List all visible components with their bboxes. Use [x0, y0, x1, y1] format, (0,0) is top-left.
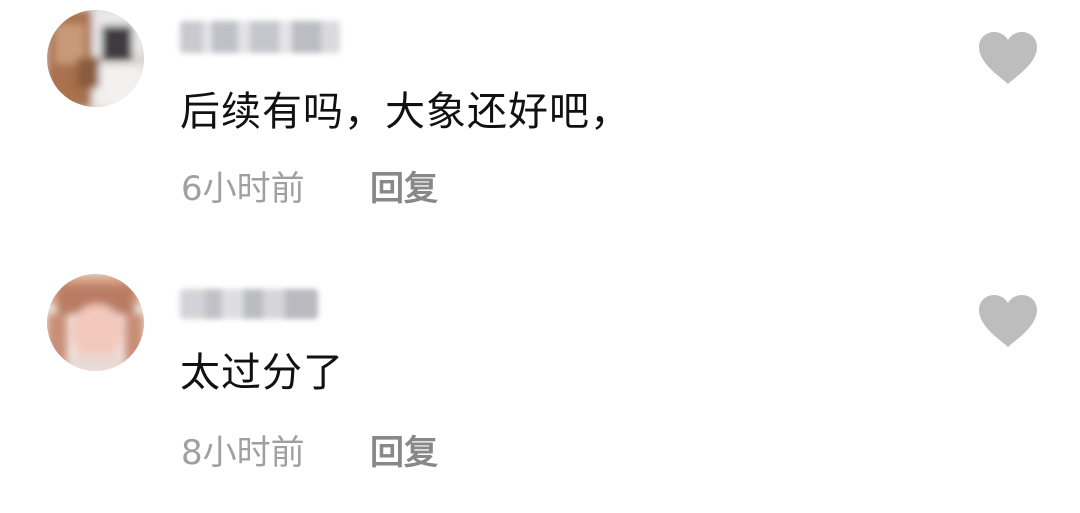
- avatar[interactable]: [47, 274, 144, 371]
- comment-text: 太过分了: [180, 350, 344, 396]
- timestamp: 6小时前: [181, 169, 305, 209]
- heart-icon[interactable]: [978, 32, 1038, 86]
- comment-item: 太过分了 8小时前 回复: [0, 263, 1080, 513]
- reply-button[interactable]: 回复: [370, 169, 438, 209]
- avatar-image: [47, 10, 144, 107]
- username-blurred[interactable]: [180, 289, 318, 319]
- comment-meta: 8小时前 回复: [181, 433, 438, 473]
- reply-button[interactable]: 回复: [370, 433, 438, 473]
- comment-item: 后续有吗，大象还好吧， 6小时前 回复: [0, 0, 1080, 250]
- heart-icon[interactable]: [978, 295, 1038, 349]
- avatar-image: [47, 274, 144, 371]
- comment-meta: 6小时前 回复: [181, 169, 438, 209]
- avatar[interactable]: [47, 10, 144, 107]
- comment-text: 后续有吗，大象还好吧，: [180, 89, 631, 135]
- username-blurred[interactable]: [180, 21, 340, 53]
- timestamp: 8小时前: [181, 433, 305, 473]
